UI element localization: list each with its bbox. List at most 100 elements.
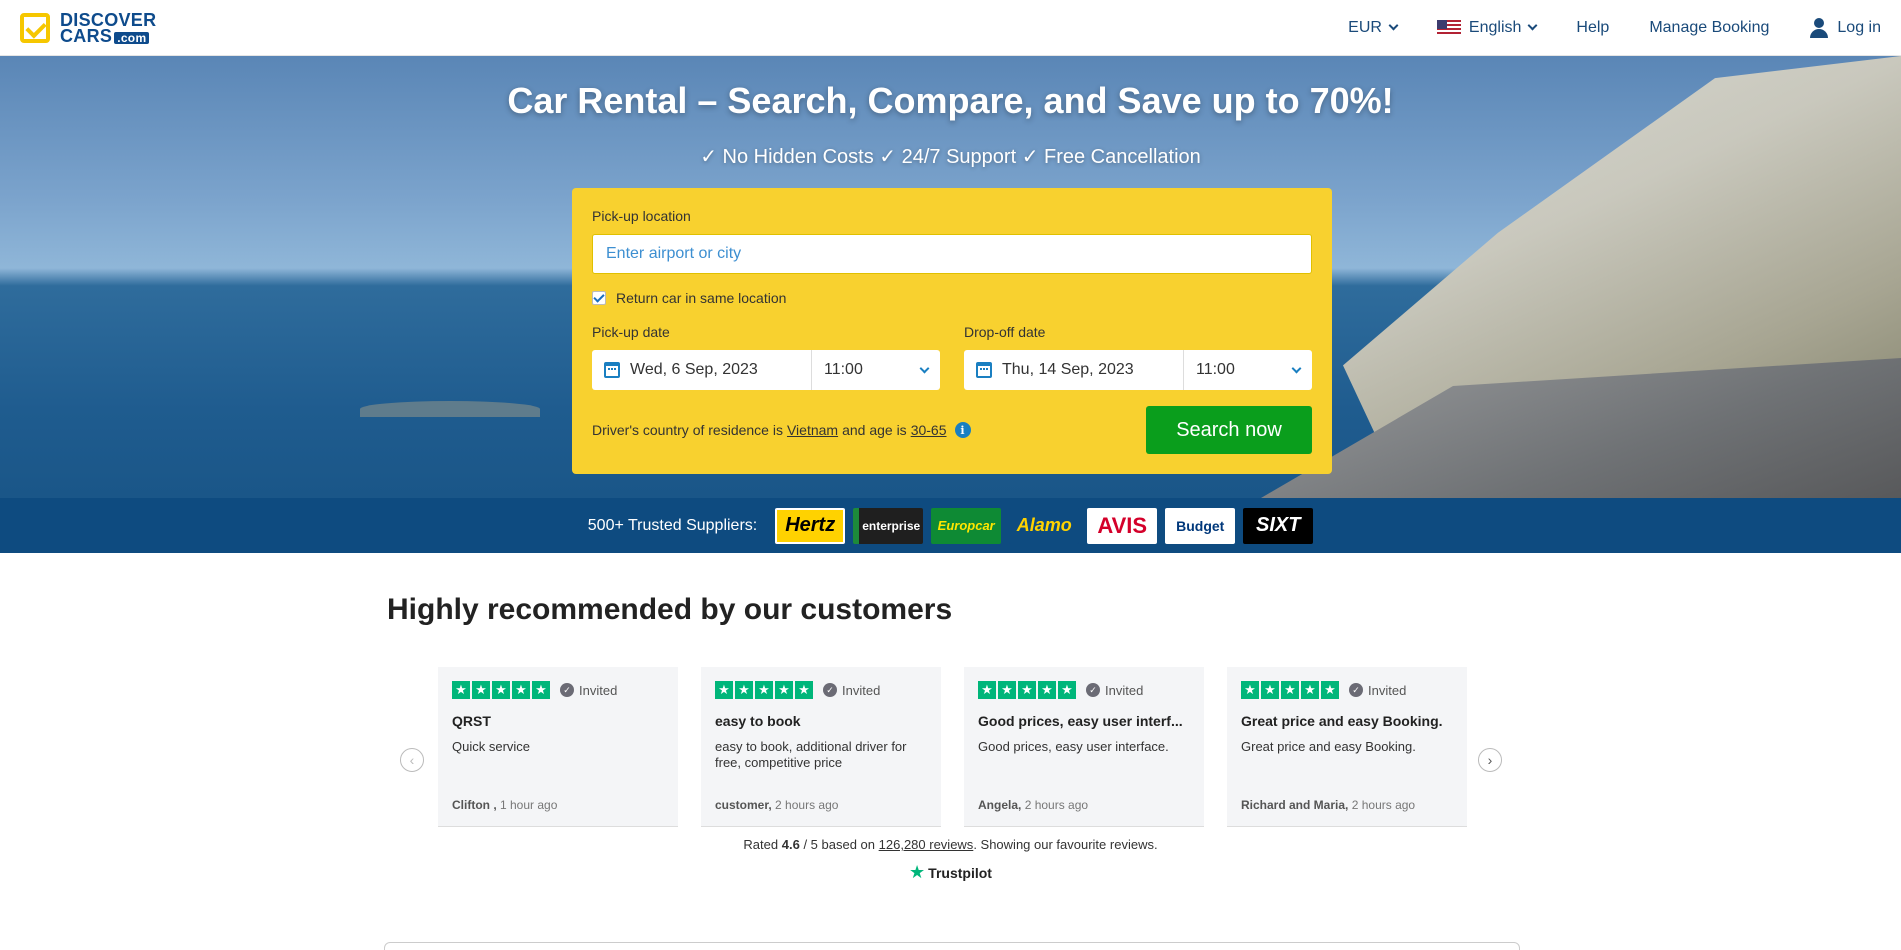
review-card[interactable]: ★ ★ ★ ★ ★ ✓ Invited QRST Quick service Clifto… xyxy=(438,667,678,827)
pickup-time-select[interactable]: 11:00 xyxy=(812,350,940,390)
hero-title: Car Rental – Search, Compare, and Save u… xyxy=(507,80,1394,121)
review-card[interactable]: ★ ★ ★ ★ ★ ✓ Invited Good prices, easy user in… xyxy=(964,667,1204,827)
pickup-time-value: 11:00 xyxy=(824,361,863,378)
dropoff-time-select[interactable]: 11:00 xyxy=(1184,350,1312,390)
trustpilot-logo[interactable]: ★ Trustpilot xyxy=(0,862,1901,883)
review-author: Richard and Maria, 2 hours ago xyxy=(1241,798,1415,812)
star-icon: ★ xyxy=(472,681,490,699)
carousel-next-button[interactable]: › xyxy=(1478,748,1502,772)
invited-badge: ✓ Invited xyxy=(823,683,880,698)
review-body: Good prices, easy user interface. xyxy=(978,739,1169,754)
currency-selector[interactable]: EUR xyxy=(1348,18,1399,37)
review-author-name: customer, xyxy=(715,798,772,812)
review-time: 2 hours ago xyxy=(1351,798,1416,812)
invited-label: Invited xyxy=(1105,682,1144,698)
chevron-down-icon xyxy=(919,363,930,373)
return-same-location[interactable]: Return car in same location xyxy=(592,290,786,306)
review-author-name: Angela, xyxy=(978,798,1022,812)
europcar-logo: Europcar xyxy=(931,507,1002,544)
pickup-date-field[interactable]: Wed, 6 Sep, 2023 xyxy=(592,350,812,390)
star-icon: ★ xyxy=(1261,681,1279,699)
reviews-heading: Highly recommended by our customers xyxy=(387,593,953,626)
dropoff-date-value: Thu, 14 Sep, 2023 xyxy=(1002,361,1134,378)
review-title: Good prices, easy user interf... xyxy=(978,713,1183,729)
driver-mid: and age is xyxy=(842,422,907,438)
invited-badge: ✓ Invited xyxy=(1349,683,1406,698)
review-count-link[interactable]: 126,280 reviews xyxy=(879,837,974,852)
rated-mid: / 5 based on xyxy=(803,837,876,852)
pickup-location-input[interactable] xyxy=(592,234,1312,274)
suppliers-label: 500+ Trusted Suppliers: xyxy=(587,516,758,534)
review-title: QRST xyxy=(452,713,491,729)
star-rating: ★ ★ ★ ★ ★ ✓ Invited xyxy=(1241,681,1453,699)
logo-com: .com xyxy=(114,31,150,44)
language-label: English xyxy=(1468,18,1522,36)
dropoff-datetime: Thu, 14 Sep, 2023 11:00 xyxy=(964,350,1312,390)
enterprise-logo: enterprise xyxy=(853,507,924,544)
us-flag-icon xyxy=(1436,19,1461,36)
avis-logo: AVIS xyxy=(1087,507,1158,544)
driver-age-link[interactable]: 30-65 xyxy=(911,422,947,438)
star-icon: ★ xyxy=(452,681,470,699)
star-icon: ★ xyxy=(978,681,996,699)
carousel-prev-button[interactable]: ‹ xyxy=(400,748,424,772)
review-time: 1 hour ago xyxy=(500,798,558,812)
info-icon[interactable]: i xyxy=(954,422,971,438)
calendar-icon xyxy=(604,362,620,378)
discovercars-logo[interactable]: DISCOVER CARS .com xyxy=(20,11,156,46)
chevron-down-icon xyxy=(1291,363,1302,373)
star-icon: ★ xyxy=(715,681,733,699)
login-link[interactable]: Log in xyxy=(1809,17,1881,38)
star-icon: ★ xyxy=(998,681,1016,699)
pickup-date-value: Wed, 6 Sep, 2023 xyxy=(630,361,758,378)
next-section-container xyxy=(384,942,1520,950)
return-same-label: Return car in same location xyxy=(616,290,787,306)
star-icon: ★ xyxy=(1281,681,1299,699)
star-icon: ★ xyxy=(1321,681,1339,699)
driver-info: Driver's country of residence is Vietnam… xyxy=(592,422,971,438)
rated-suffix: . Showing our favourite reviews. xyxy=(973,837,1158,852)
invited-label: Invited xyxy=(842,682,881,698)
language-selector[interactable]: English xyxy=(1436,18,1538,37)
rating-summary: Rated 4.6 / 5 based on 126,280 reviews. … xyxy=(0,837,1901,852)
review-author: customer, 2 hours ago xyxy=(715,798,838,812)
search-now-button[interactable]: Search now xyxy=(1146,406,1312,454)
user-icon xyxy=(1809,17,1829,38)
review-title: Great price and easy Booking. xyxy=(1241,713,1443,729)
star-icon: ★ xyxy=(1241,681,1259,699)
rated-prefix: Rated xyxy=(743,837,779,852)
review-body: Great price and easy Booking. xyxy=(1241,739,1416,754)
alamo-logo: Alamo xyxy=(1009,507,1080,544)
pickup-date-label: Pick-up date xyxy=(592,324,670,340)
review-time: 2 hours ago xyxy=(1024,798,1089,812)
review-card[interactable]: ★ ★ ★ ★ ★ ✓ Invited Great price and easy Book… xyxy=(1227,667,1467,827)
chevron-down-icon xyxy=(1388,20,1399,31)
review-author: Angela, 2 hours ago xyxy=(978,798,1088,812)
trustpilot-star-icon: ★ xyxy=(909,862,926,882)
manage-booking-link[interactable]: Manage Booking xyxy=(1649,19,1769,37)
driver-country-link[interactable]: Vietnam xyxy=(787,422,838,438)
login-label: Log in xyxy=(1837,18,1881,36)
search-form: Pick-up location Return car in same loca… xyxy=(572,188,1332,474)
currency-label: EUR xyxy=(1348,18,1382,36)
rating-value: 4.6 xyxy=(781,837,800,852)
review-author-name: Richard and Maria, xyxy=(1241,798,1349,812)
star-icon: ★ xyxy=(755,681,773,699)
calendar-icon xyxy=(976,362,992,378)
invited-label: Invited xyxy=(579,682,618,698)
logo-line2: CARS xyxy=(60,25,113,46)
star-icon: ★ xyxy=(775,681,793,699)
invited-label: Invited xyxy=(1368,682,1407,698)
return-same-checkbox[interactable] xyxy=(592,291,606,305)
dropoff-date-field[interactable]: Thu, 14 Sep, 2023 xyxy=(964,350,1184,390)
review-author: Clifton , 1 hour ago xyxy=(452,798,557,812)
star-icon: ★ xyxy=(1058,681,1076,699)
review-card[interactable]: ★ ★ ★ ★ ★ ✓ Invited easy to book easy to book… xyxy=(701,667,941,827)
review-body: easy to book, additional driver for free… xyxy=(715,739,907,770)
review-title: easy to book xyxy=(715,713,801,729)
help-link[interactable]: Help xyxy=(1576,19,1609,37)
logo-check-icon xyxy=(20,12,50,43)
star-rating: ★ ★ ★ ★ ★ ✓ Invited xyxy=(452,681,664,699)
trustpilot-label: Trustpilot xyxy=(928,864,992,881)
star-rating: ★ ★ ★ ★ ★ ✓ Invited xyxy=(978,681,1190,699)
